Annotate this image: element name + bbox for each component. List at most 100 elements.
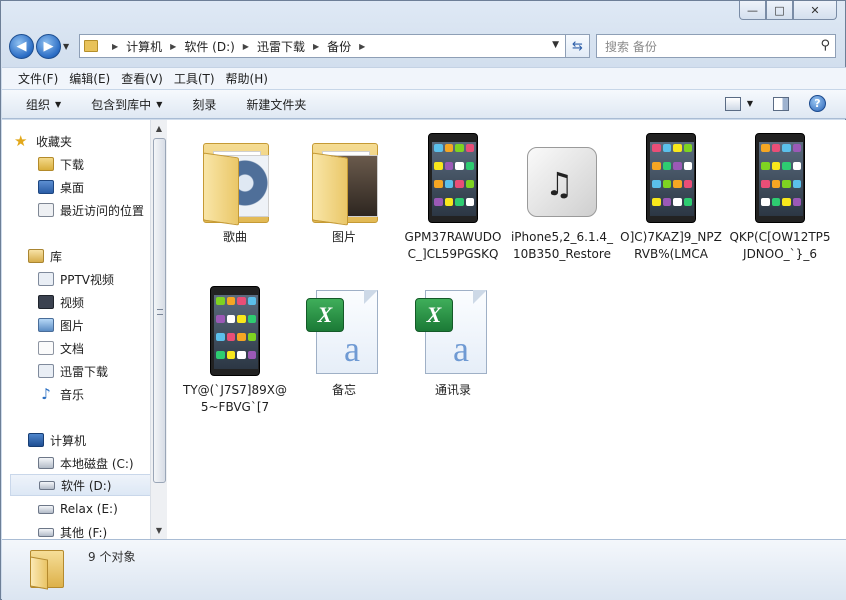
minimize-button[interactable]: —: [739, 1, 766, 20]
sidebar-item-videos[interactable]: 视频: [38, 291, 150, 313]
file-item-image-4[interactable]: TY@(`J7S7]89X@5~FBVG`[7: [183, 281, 287, 416]
file-item-contacts[interactable]: Xa 通讯录: [401, 281, 505, 399]
star-icon: ★: [14, 132, 28, 150]
folder-icon: [306, 135, 382, 226]
file-item-memo[interactable]: Xa 备忘: [292, 281, 396, 399]
system-drive-icon: [38, 457, 54, 469]
recent-places-icon: [38, 203, 54, 217]
sidebar-item-downloads[interactable]: 下载: [38, 153, 150, 175]
close-button[interactable]: ✕: [793, 1, 837, 20]
file-item-image-1[interactable]: GPM37RAWUDOC_]CL59PGSKQ: [401, 128, 505, 263]
sidebar-item-music[interactable]: ♪ 音乐: [38, 383, 150, 405]
breadcrumb-backup[interactable]: 备份: [327, 38, 351, 55]
chevron-down-icon: ▼: [156, 99, 163, 109]
folder-icon: [84, 40, 98, 52]
breadcrumb-drive-d[interactable]: 软件 (D:): [184, 38, 234, 55]
xunlei-library-icon: [38, 364, 54, 378]
forward-button[interactable]: ▶: [36, 33, 61, 59]
menu-bar: 文件(F) 编辑(E) 查看(V) 工具(T) 帮助(H): [2, 67, 846, 89]
file-name: 通讯录: [434, 383, 471, 397]
computer-icon: [28, 433, 44, 447]
item-count: 9 个对象: [88, 550, 136, 564]
video-icon: [38, 295, 54, 309]
include-in-library-button[interactable]: 包含到库中 ▼: [91, 96, 162, 113]
refresh-button[interactable]: ⇆: [566, 34, 590, 58]
command-bar: 组织 ▼ 包含到库中 ▼ 刻录 新建文件夹 ▼ ?: [2, 89, 846, 119]
back-button[interactable]: ◀: [9, 33, 34, 59]
breadcrumb-arrow-icon[interactable]: ▶: [112, 42, 118, 51]
breadcrumb-arrow-icon[interactable]: ▶: [170, 42, 176, 51]
menu-view[interactable]: 查看(V): [121, 70, 163, 87]
chevron-down-icon: ▼: [55, 99, 62, 109]
drive-icon: [38, 527, 54, 537]
change-view-icon[interactable]: [724, 96, 741, 111]
sidebar-item-recent[interactable]: 最近访问的位置: [38, 199, 150, 221]
desktop-icon: [38, 180, 54, 194]
address-bar[interactable]: ▶ 计算机 ▶ 软件 (D:) ▶ 迅雷下载 ▶ 备份 ▶ ▼: [79, 34, 566, 58]
recent-pages-dropdown[interactable]: ▼: [63, 42, 75, 51]
breadcrumb-arrow-icon[interactable]: ▶: [359, 42, 365, 51]
breadcrumb-computer[interactable]: 计算机: [126, 38, 162, 55]
burn-button[interactable]: 刻录: [192, 96, 216, 113]
sidebar-item-desktop[interactable]: 桌面: [38, 176, 150, 198]
sidebar-item-drive-c[interactable]: 本地磁盘 (C:): [38, 452, 150, 474]
itunes-restore-icon: ♫: [519, 137, 605, 223]
folder-icon: [26, 546, 70, 590]
pptv-library-icon: [38, 272, 54, 286]
file-item-image-3[interactable]: QKP(C[OW12TP5JDNOO_`}_6: [728, 128, 832, 263]
sidebar-libraries[interactable]: 库: [28, 245, 150, 267]
sidebar-item-xunlei[interactable]: 迅雷下载: [38, 360, 150, 382]
view-dropdown-icon[interactable]: ▼: [747, 99, 753, 108]
caption-buttons: — □ ✕: [739, 1, 837, 20]
sidebar-computer[interactable]: 计算机: [28, 429, 150, 451]
search-placeholder: 搜索 备份: [605, 39, 657, 54]
file-name: TY@(`J7S7]89X@5~FBVG`[7: [183, 383, 287, 414]
menu-tools[interactable]: 工具(T): [174, 70, 215, 87]
maximize-button[interactable]: □: [766, 1, 793, 20]
scrollbar-thumb[interactable]: [153, 138, 166, 483]
sidebar-item-drive-d[interactable]: 软件 (D:): [10, 474, 150, 496]
file-name: QKP(C[OW12TP5JDNOO_`}_6: [729, 230, 831, 261]
music-note-icon: ♪: [41, 385, 51, 403]
explorer-window: — □ ✕ ◀ ▶ ▼ ▶ 计算机 ▶ 软件 (D:) ▶ 迅雷下载 ▶ 备份 ▶ ▼ …: [0, 0, 846, 600]
search-input[interactable]: 搜索 备份 ⚲: [596, 34, 836, 58]
sidebar-item-drive-f[interactable]: 其他 (F:): [38, 521, 150, 539]
menu-edit[interactable]: 编辑(E): [69, 70, 110, 87]
file-item-restore[interactable]: ♫ iPhone5,2_6.1.4_10B350_Restore: [510, 128, 614, 263]
help-icon[interactable]: ?: [809, 95, 826, 112]
breadcrumb-arrow-icon[interactable]: ▶: [243, 42, 249, 51]
search-icon[interactable]: ⚲: [820, 38, 830, 53]
file-list: 歌曲 图片 GPM37RAWUDOC_]CL59PGSKQ ♫ iPhone5,…: [167, 120, 846, 539]
file-name: 图片: [331, 230, 356, 244]
sidebar-item-documents[interactable]: 文档: [38, 337, 150, 359]
scroll-up-icon[interactable]: ▲: [151, 120, 167, 137]
navigation-bar: ◀ ▶ ▼ ▶ 计算机 ▶ 软件 (D:) ▶ 迅雷下载 ▶ 备份 ▶ ▼ ⇆ 搜索 备…: [9, 31, 839, 61]
file-name: 备忘: [331, 383, 356, 397]
downloads-folder-icon: [38, 157, 54, 171]
new-folder-button[interactable]: 新建文件夹: [246, 96, 306, 113]
excel-document-icon: Xa: [306, 288, 382, 376]
navigation-pane: ★ 收藏夹 下载 桌面 最近访问的位置 库 PPTV视频 视频 图片 文档 迅雷下…: [2, 120, 150, 539]
excel-document-icon: Xa: [415, 288, 491, 376]
sidebar-item-drive-e[interactable]: Relax (E:): [38, 498, 150, 520]
address-dropdown-icon[interactable]: ▼: [552, 40, 559, 50]
details-pane: 9 个对象: [2, 539, 846, 600]
preview-pane-icon[interactable]: [773, 96, 789, 111]
navigation-scrollbar[interactable]: ▲ ▼: [150, 120, 167, 539]
file-name: 歌曲: [222, 230, 247, 244]
phone-screenshot-thumbnail: [755, 133, 805, 223]
sidebar-item-pptv[interactable]: PPTV视频: [38, 268, 150, 290]
breadcrumb-arrow-icon[interactable]: ▶: [313, 42, 319, 51]
sidebar-item-pictures[interactable]: 图片: [38, 314, 150, 336]
menu-file[interactable]: 文件(F): [18, 70, 58, 87]
sidebar-favorites[interactable]: ★ 收藏夹: [14, 130, 150, 152]
breadcrumb-xunlei[interactable]: 迅雷下载: [257, 38, 305, 55]
grip-icon: [157, 309, 163, 315]
file-item-image-2[interactable]: O]C)7KAZ]9_NPZRVB%(LMCA: [619, 128, 723, 263]
menu-help[interactable]: 帮助(H): [226, 70, 268, 87]
file-item-songs[interactable]: 歌曲: [183, 128, 287, 246]
file-item-pictures[interactable]: 图片: [292, 128, 396, 246]
scroll-down-icon[interactable]: ▼: [151, 522, 167, 539]
file-name: GPM37RAWUDOC_]CL59PGSKQ: [404, 230, 502, 261]
organize-button[interactable]: 组织 ▼: [26, 96, 61, 113]
